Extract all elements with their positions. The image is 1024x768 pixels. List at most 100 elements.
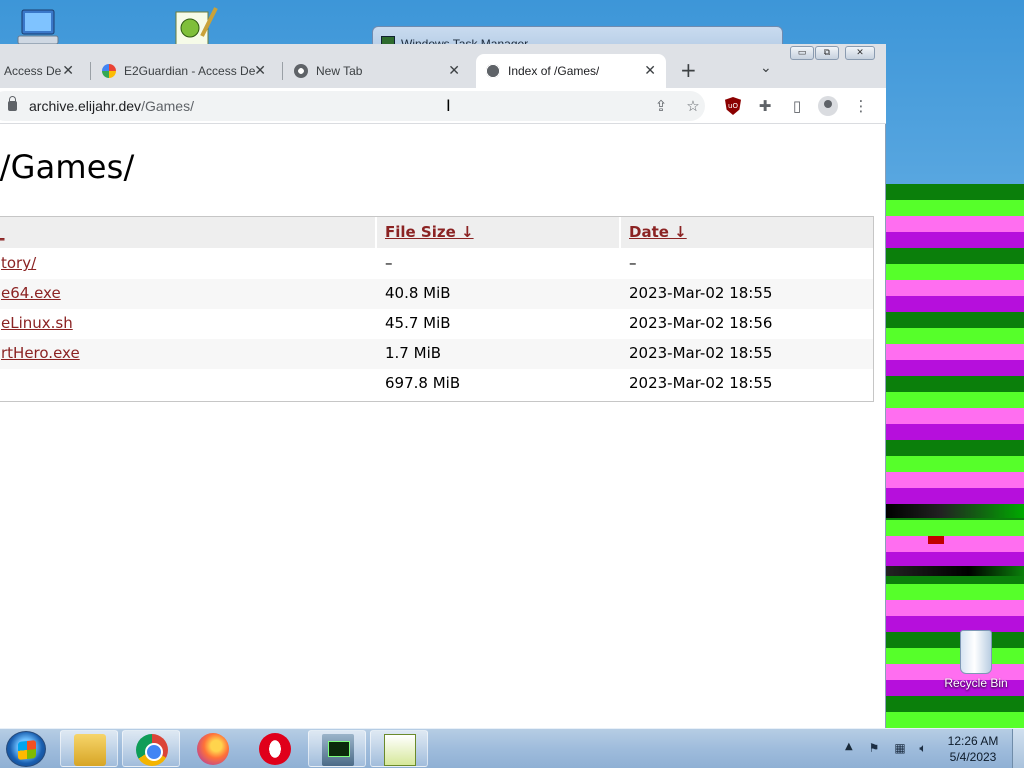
close-tab-icon[interactable]: ✕ [644,62,656,79]
close-tab-icon[interactable]: ✕ [254,62,266,79]
notepad-icon [384,734,416,766]
url-text: archive.elijahr.dev/Games/ [29,91,194,121]
taskbar-chrome[interactable] [122,730,180,767]
name-column-header: _ [0,217,375,248]
tab-index-of-games[interactable]: Index of /Games/ ✕ [476,54,666,88]
recycle-bin-icon [960,630,992,674]
directory-listing-table: _ File Size ↓ Date ↓ tory/ – – e64.exe [0,216,874,402]
computer-icon [17,9,59,45]
file-link[interactable]: tory/ [1,254,36,272]
file-name-cell: tory/ [0,249,375,279]
table-row: eLinux.sh 45.7 MiB 2023-Mar-02 18:56 [0,309,873,339]
chrome-icon [136,734,168,766]
google-icon [102,64,116,78]
file-date-cell: 2023-Mar-02 18:55 [629,374,773,392]
folder-icon [74,734,106,766]
notepad-desktop-icon[interactable] [168,6,220,48]
taskbar-task-manager[interactable] [308,730,366,767]
taskbar-opera[interactable] [246,730,304,767]
profile-avatar-icon[interactable] [818,96,838,116]
minimize-button[interactable]: ▭ [790,46,814,60]
wallpaper-glitch-mark [928,536,944,544]
globe-icon [486,64,500,78]
system-clock[interactable]: 12:26 AM 5/4/2023 [940,733,1006,765]
size-column-header: File Size ↓ [377,217,619,248]
file-date-cell: 2023-Mar-02 18:55 [621,339,873,369]
file-link[interactable]: e64.exe [1,284,61,302]
network-icon[interactable]: ▦ [892,740,908,756]
file-size-cell: 697.8 MiB [385,374,461,392]
sort-by-size-link[interactable]: File Size ↓ [385,223,474,241]
file-size-cell: 40.8 MiB [377,279,619,309]
action-center-flag-icon[interactable]: ⚑ [866,740,882,756]
show-hidden-icons-button[interactable]: ▲ [845,741,853,752]
taskbar-file-explorer[interactable] [60,730,118,767]
table-row: e64.exe 40.8 MiB 2023-Mar-02 18:55 [0,279,873,309]
computer-desktop-icon[interactable] [14,8,62,46]
recycle-bin-label: Recycle Bin [944,676,1008,690]
firefox-icon [197,733,229,765]
show-desktop-button[interactable] [1012,729,1024,768]
tab-label: Access De [4,64,62,78]
tab-e2guardian[interactable]: E2Guardian - Access De ✕ [96,54,276,88]
table-row: 697.8 MiB 2023-Mar-02 18:55 [0,369,873,399]
url-host: archive.elijahr.dev [29,98,142,114]
tab-strip: Access De ✕ E2Guardian - Access De ✕ New… [0,44,886,88]
sort-by-name-link[interactable]: _ [0,223,5,241]
file-size-cell: 45.7 MiB [385,314,451,332]
taskbar: ▲ ⚑ ▦ 🔈︎ 12:26 AM 5/4/2023 [0,728,1024,768]
ublock-origin-icon[interactable]: uO [723,96,743,116]
close-tab-icon[interactable]: ✕ [448,62,460,79]
tab-separator [282,62,283,80]
url-path: /Games/ [141,98,194,114]
file-name-cell [0,369,375,399]
recycle-bin-desktop-icon[interactable]: Recycle Bin [940,630,1012,690]
file-size-cell: 1.7 MiB [377,339,619,369]
table-header-row: _ File Size ↓ Date ↓ [0,217,873,248]
lock-icon[interactable] [8,96,17,111]
clock-time: 12:26 AM [947,734,999,748]
file-date-cell: 2023-Mar-02 18:56 [629,314,773,332]
tab-label: Index of /Games/ [508,64,600,78]
address-bar[interactable]: archive.elijahr.dev/Games/ [0,91,705,121]
tab-search-button[interactable]: ⌄ [760,60,772,76]
opera-icon [259,733,291,765]
page-content: of /Games/ _ File Size ↓ Date ↓ tory/ – … [0,124,885,728]
wallpaper-glitch-band [886,504,1024,518]
table-row: rtHero.exe 1.7 MiB 2023-Mar-02 18:55 [0,339,873,369]
close-window-button[interactable]: ✕ [845,46,875,60]
extensions-puzzle-icon[interactable]: ✚ [755,96,775,116]
windows-logo-icon [18,740,36,760]
tab-access-denied[interactable]: Access De ✕ [0,54,84,88]
file-name-cell: e64.exe [0,279,375,309]
maximize-button[interactable]: ⧉ [815,46,839,60]
bookmark-star-icon[interactable]: ☆ [683,96,703,116]
taskbar-notepad[interactable] [370,730,428,767]
tab-separator [90,62,91,80]
side-panel-icon[interactable]: ▯ [787,96,807,116]
text-cursor-icon: I [446,96,451,115]
kebab-menu-icon[interactable]: ⋮ [851,96,871,116]
share-icon[interactable]: ⇪ [651,96,671,116]
tab-label: E2Guardian - Access De [124,64,256,78]
task-manager-icon [322,734,354,766]
sort-by-date-link[interactable]: Date ↓ [629,223,687,241]
table-row: tory/ – – [0,249,873,279]
start-button[interactable] [6,731,46,767]
volume-icon[interactable]: 🔈︎ [915,740,931,756]
file-size-cell: – [385,254,393,272]
file-link[interactable]: rtHero.exe [1,344,80,362]
file-date-cell: 2023-Mar-02 18:55 [621,279,873,309]
tab-new-tab[interactable]: New Tab ✕ [288,54,470,88]
file-link[interactable]: eLinux.sh [1,314,73,332]
file-name-cell: rtHero.exe [0,339,375,369]
new-tab-button[interactable]: + [680,60,697,80]
taskbar-firefox[interactable] [184,730,242,767]
close-tab-icon[interactable]: ✕ [62,62,74,79]
notepad-icon [175,7,218,47]
chrome-icon [294,64,308,78]
file-name-cell: eLinux.sh [0,309,375,339]
page-title: of /Games/ [0,148,135,186]
wallpaper-glitch-band [886,566,1024,576]
browser-toolbar: archive.elijahr.dev/Games/ [0,88,886,124]
